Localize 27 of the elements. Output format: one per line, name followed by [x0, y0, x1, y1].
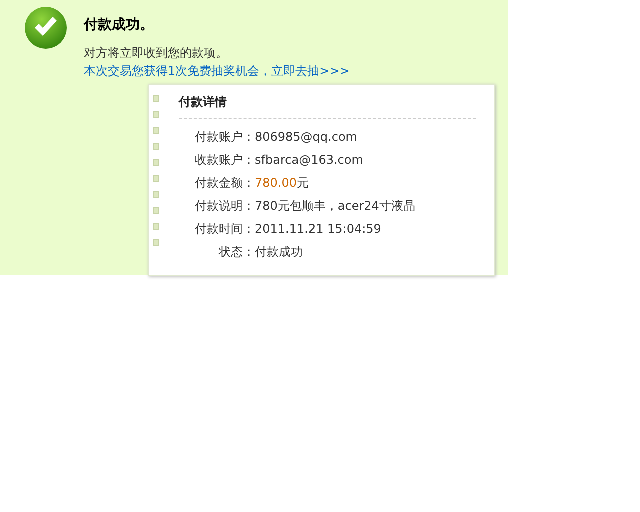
field-label: 付款账户：: [194, 128, 255, 146]
field-label: 付款金额：: [194, 174, 255, 192]
field-value: 780元包顺丰，acer24寸液晶: [255, 198, 416, 214]
binding-mark: [153, 143, 159, 150]
field-value: 付款成功: [255, 244, 303, 260]
field-label: 收款账户：: [194, 152, 255, 168]
binding-mark: [153, 223, 159, 230]
binding-mark: [153, 191, 159, 198]
success-title: 付款成功。: [84, 16, 155, 35]
field-value: 806985@qq.com: [255, 128, 358, 146]
message-text: 对方将立即收到您的款项。: [84, 45, 229, 62]
binding-mark: [153, 239, 159, 246]
amount-value: 780.00元: [255, 174, 309, 192]
field-value: sfbarca@163.com: [255, 152, 364, 168]
field-label: 付款时间：: [194, 220, 255, 238]
binding-mark: [153, 127, 159, 134]
binding-mark: [153, 175, 159, 182]
binding-mark: [153, 159, 159, 166]
field-label: 状态：: [218, 244, 255, 260]
details-title: 付款详情: [179, 93, 476, 119]
field-value: 2011.11.21 15:04:59: [255, 220, 382, 238]
success-check-icon: [24, 6, 68, 50]
field-label: 付款说明：: [194, 198, 255, 214]
binding-mark: [153, 207, 159, 214]
binding-mark: [153, 111, 159, 118]
lottery-link[interactable]: 本次交易您获得1次免费抽奖机会，立即去抽>>>: [84, 64, 350, 78]
binding-mark: [153, 95, 159, 102]
